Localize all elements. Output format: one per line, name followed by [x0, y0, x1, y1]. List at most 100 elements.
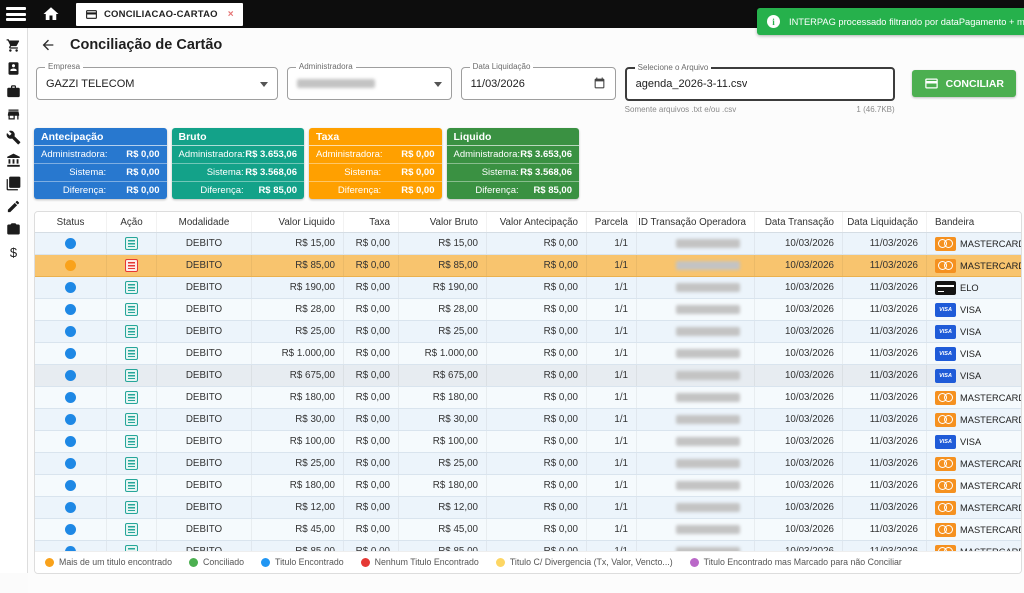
contacts-book-icon[interactable]	[6, 61, 21, 76]
valor-liquido-cell: R$ 180,00	[252, 387, 344, 408]
details-action-icon[interactable]	[125, 259, 138, 272]
dollar-icon[interactable]: $	[6, 245, 21, 260]
mastercard-icon	[935, 523, 956, 537]
status-cell	[35, 431, 107, 452]
tab-conciliacao-cartao[interactable]: CONCILIACAO-CARTAO ×	[76, 3, 243, 26]
card-row: Sistema:R$ 0,00	[34, 164, 167, 182]
table-row[interactable]: DEBITOR$ 180,00R$ 0,00R$ 180,00R$ 0,001/…	[35, 387, 1021, 409]
id-transacao-redacted	[676, 327, 740, 336]
action-cell	[107, 233, 157, 254]
details-action-icon[interactable]	[125, 523, 138, 536]
tab-close-icon[interactable]: ×	[228, 9, 234, 20]
table-row[interactable]: DEBITOR$ 15,00R$ 0,00R$ 15,00R$ 0,001/11…	[35, 233, 1021, 255]
table-row[interactable]: DEBITOR$ 1.000,00R$ 0,00R$ 1.000,00R$ 0,…	[35, 343, 1021, 365]
valor-liquido-cell: R$ 85,00	[252, 255, 344, 276]
table-row[interactable]: DEBITOR$ 85,00R$ 0,00R$ 85,00R$ 0,001/11…	[35, 541, 1021, 551]
card-row-label: Sistema:	[179, 167, 244, 178]
menu-icon[interactable]	[6, 7, 26, 21]
details-action-icon[interactable]	[125, 501, 138, 514]
card-row-value: R$ 3.653,06	[519, 149, 572, 160]
action-cell	[107, 409, 157, 430]
details-action-icon[interactable]	[125, 303, 138, 316]
home-icon[interactable]	[42, 5, 60, 23]
taxa-cell: R$ 0,00	[344, 233, 399, 254]
calendar-icon[interactable]	[593, 77, 606, 90]
data-liquidacao-value: 11/03/2026	[471, 78, 525, 90]
card-title: Antecipação	[34, 128, 167, 146]
table-row[interactable]: DEBITOR$ 45,00R$ 0,00R$ 45,00R$ 0,001/11…	[35, 519, 1021, 541]
id-transacao-cell	[637, 255, 755, 276]
action-cell	[107, 475, 157, 496]
table-row[interactable]: DEBITOR$ 25,00R$ 0,00R$ 25,00R$ 0,001/11…	[35, 453, 1021, 475]
modalidade-cell: DEBITO	[157, 475, 252, 496]
details-action-icon[interactable]	[125, 435, 138, 448]
elo-icon	[935, 281, 956, 295]
pen-icon[interactable]	[6, 199, 21, 214]
table-row[interactable]: DEBITOR$ 180,00R$ 0,00R$ 180,00R$ 0,001/…	[35, 475, 1021, 497]
back-arrow-icon[interactable]	[40, 37, 56, 53]
action-cell	[107, 277, 157, 298]
table-row[interactable]: DEBITOR$ 675,00R$ 0,00R$ 675,00R$ 0,001/…	[35, 365, 1021, 387]
file-helper-text: Somente arquivos .txt e/ou .csv	[625, 105, 737, 114]
details-action-icon[interactable]	[125, 237, 138, 250]
taxa-cell: R$ 0,00	[344, 497, 399, 518]
toast-notification[interactable]: i INTERPAG processado filtrando por data…	[757, 8, 1024, 35]
details-action-icon[interactable]	[125, 391, 138, 404]
bandeira-cell: MASTERCARD	[927, 255, 1021, 276]
card-row: Sistema:R$ 0,00	[309, 164, 442, 182]
card-row-label: Administradora:	[41, 149, 106, 160]
details-action-icon[interactable]	[125, 457, 138, 470]
file-input[interactable]: Selecione o Arquivo agenda_2026-3-11.csv	[625, 67, 895, 101]
administradora-select[interactable]: Administradora	[287, 67, 452, 100]
store-icon[interactable]	[6, 107, 21, 122]
details-action-icon[interactable]	[125, 369, 138, 382]
card-row-label: Administradora:	[454, 149, 519, 160]
bandeira-cell: MASTERCARD	[927, 475, 1021, 496]
parcela-cell: 1/1	[587, 277, 637, 298]
tools-icon[interactable]	[6, 130, 21, 145]
table-row[interactable]: DEBITOR$ 85,00R$ 0,00R$ 85,00R$ 0,001/11…	[35, 255, 1021, 277]
id-transacao-redacted	[676, 393, 740, 402]
data-liquidacao-input[interactable]: Data Liquidação 11/03/2026	[461, 67, 616, 100]
details-action-icon[interactable]	[125, 281, 138, 294]
taxa-cell: R$ 0,00	[344, 255, 399, 276]
visa-icon: VISA	[935, 435, 956, 449]
bank-icon[interactable]	[6, 153, 21, 168]
valor-bruto-cell: R$ 85,00	[399, 255, 487, 276]
shopping-cart-icon[interactable]	[6, 38, 21, 53]
table-row[interactable]: DEBITOR$ 190,00R$ 0,00R$ 190,00R$ 0,001/…	[35, 277, 1021, 299]
copy-icon[interactable]	[6, 176, 21, 191]
shopping-bag-icon[interactable]	[6, 84, 21, 99]
id-transacao-cell	[637, 365, 755, 386]
conciliar-button[interactable]: CONCILIAR	[912, 70, 1016, 97]
valor-bruto-cell: R$ 180,00	[399, 387, 487, 408]
bandeira-label: MASTERCARD	[960, 525, 1021, 535]
data-liquidacao-cell: 11/03/2026	[843, 299, 927, 320]
details-action-icon[interactable]	[125, 545, 138, 551]
data-liquidacao-cell: 11/03/2026	[843, 387, 927, 408]
table-body: DEBITOR$ 15,00R$ 0,00R$ 15,00R$ 0,001/11…	[35, 233, 1021, 551]
data-liquidacao-cell: 11/03/2026	[843, 431, 927, 452]
table-row[interactable]: DEBITOR$ 30,00R$ 0,00R$ 30,00R$ 0,001/11…	[35, 409, 1021, 431]
table-row[interactable]: DEBITOR$ 100,00R$ 0,00R$ 100,00R$ 0,001/…	[35, 431, 1021, 453]
card-row-value: R$ 85,00	[244, 185, 297, 196]
valor-antecipacao-cell: R$ 0,00	[487, 409, 587, 430]
empresa-select[interactable]: Empresa GAZZI TELECOM	[36, 67, 278, 100]
legend-item: Titulo Encontrado mas Marcado para não C…	[690, 557, 902, 567]
table-row[interactable]: DEBITOR$ 25,00R$ 0,00R$ 25,00R$ 0,001/11…	[35, 321, 1021, 343]
camera-icon[interactable]	[6, 222, 21, 237]
valor-antecipacao-cell: R$ 0,00	[487, 497, 587, 518]
details-action-icon[interactable]	[125, 479, 138, 492]
summary-card-1: BrutoAdministradora:R$ 3.653,06Sistema:R…	[172, 128, 305, 199]
table-row[interactable]: DEBITOR$ 28,00R$ 0,00R$ 28,00R$ 0,001/11…	[35, 299, 1021, 321]
table-row[interactable]: DEBITOR$ 12,00R$ 0,00R$ 12,00R$ 0,001/11…	[35, 497, 1021, 519]
status-dot-blue	[65, 502, 76, 513]
details-action-icon[interactable]	[125, 347, 138, 360]
details-action-icon[interactable]	[125, 413, 138, 426]
taxa-cell: R$ 0,00	[344, 277, 399, 298]
legend-label: Titulo C/ Divergencia (Tx, Valor, Vencto…	[510, 557, 673, 567]
column-header: Valor Antecipação	[487, 212, 587, 232]
legend-dot	[361, 558, 370, 567]
details-action-icon[interactable]	[125, 325, 138, 338]
bandeira-cell: ELO	[927, 277, 1021, 298]
